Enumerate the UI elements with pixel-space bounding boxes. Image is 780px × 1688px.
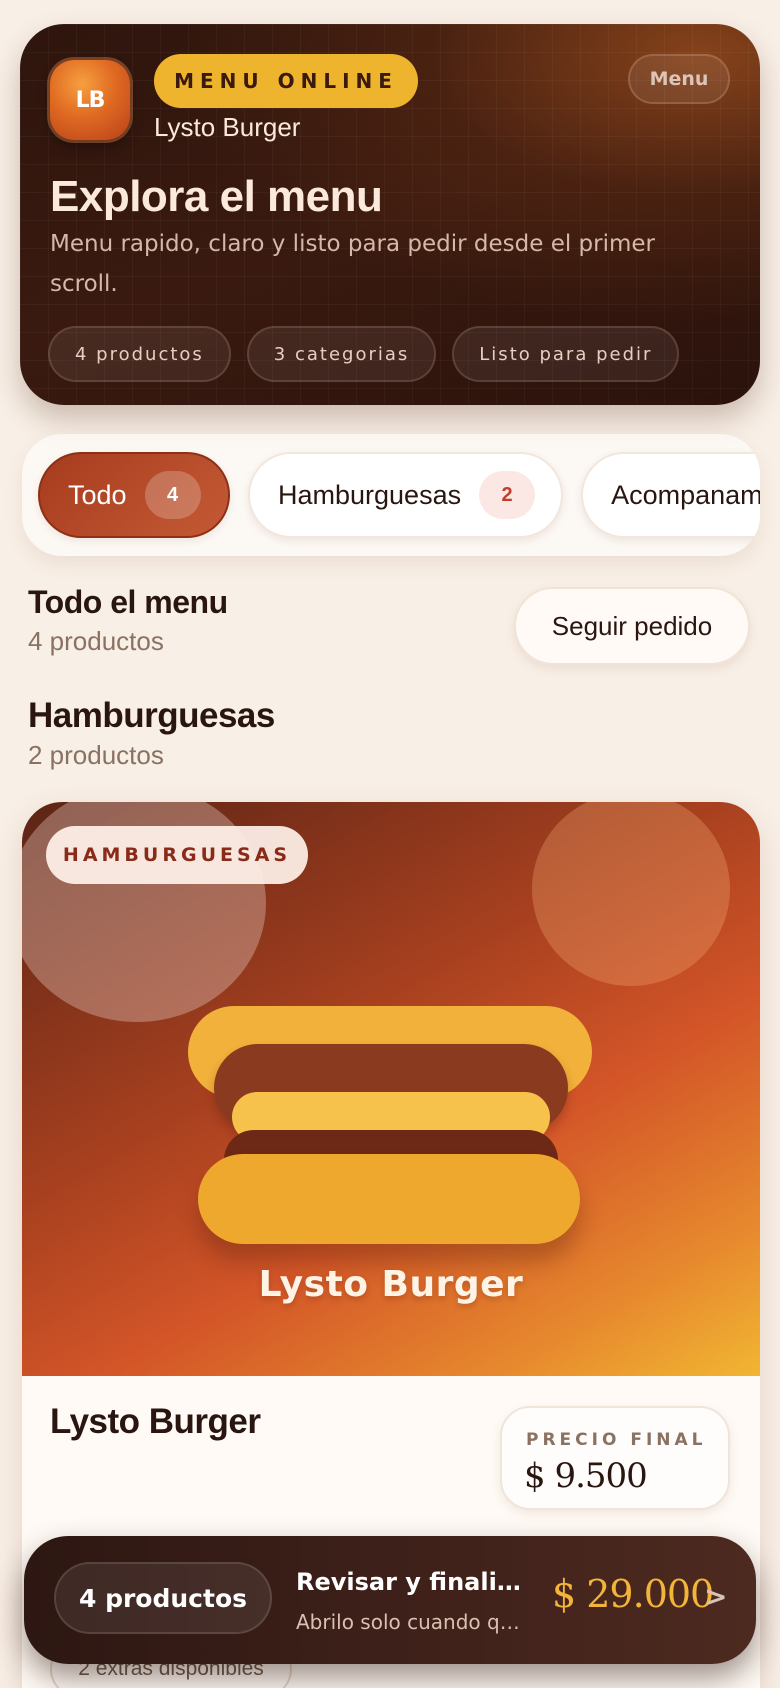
tab-hamburguesas[interactable]: Hamburguesas 2 xyxy=(248,452,564,538)
cart-count-pill: 4 productos xyxy=(54,1562,272,1634)
price-value: $ 9.500 xyxy=(524,1456,648,1496)
group-count: 2 productos xyxy=(28,740,164,770)
tab-label: Acompanamientos xyxy=(611,479,760,510)
hero-chips: 4 productos 3 categorias Listo para pedi… xyxy=(48,326,680,382)
section-title: Todo el menu xyxy=(28,584,228,620)
tab-count-badge: 2 xyxy=(479,471,536,519)
hero-subtitle: Menu rapido, claro y listo para pedir de… xyxy=(50,231,656,297)
menu-online-badge: MENU ONLINE xyxy=(154,54,418,108)
follow-order-button[interactable]: Seguir pedido xyxy=(514,587,750,665)
cart-subtitle: Abrilo solo cuando quieras confirmar xyxy=(296,1610,526,1634)
hero-title: Explora el menu xyxy=(50,172,383,221)
brand-name: Lysto Burger xyxy=(154,112,301,142)
cart-title: Revisar y finalizar pedido xyxy=(296,1568,526,1596)
tab-acompanamientos[interactable]: Acompanamientos xyxy=(581,452,760,538)
product-name: Lysto Burger xyxy=(50,1402,261,1441)
tab-count-badge: 4 xyxy=(144,471,201,519)
product-image: HAMBURGUESAS Lysto Burger xyxy=(22,802,760,1376)
product-image-label: Lysto Burger xyxy=(258,1264,524,1305)
tab-label: Todo xyxy=(68,479,127,510)
brand-logo: LB xyxy=(50,60,130,140)
hero-banner: LB MENU ONLINE Lysto Burger Menu Explora… xyxy=(20,24,760,405)
chevron-right-icon: > xyxy=(704,1580,728,1613)
section-count: 4 productos xyxy=(28,626,164,656)
chip-ready: Listo para pedir xyxy=(452,326,680,382)
menu-button[interactable]: Menu xyxy=(628,54,730,104)
price-label: PRECIO FINAL xyxy=(526,1430,707,1450)
cart-bar[interactable]: 4 productos Revisar y finalizar pedido A… xyxy=(24,1536,756,1664)
tab-todo[interactable]: Todo 4 xyxy=(38,452,230,538)
product-category-tag: HAMBURGUESAS xyxy=(46,826,308,884)
price-box: PRECIO FINAL $ 9.500 xyxy=(500,1406,730,1510)
group-title: Hamburguesas xyxy=(28,696,275,735)
chip-products: 4 productos xyxy=(48,326,231,382)
tab-label: Hamburguesas xyxy=(278,479,462,510)
chip-categories: 3 categorias xyxy=(246,326,437,382)
cart-total: $ 29.000 xyxy=(552,1572,714,1616)
category-tabs: Todo 4 Hamburguesas 2 Acompanamientos xyxy=(22,434,760,556)
